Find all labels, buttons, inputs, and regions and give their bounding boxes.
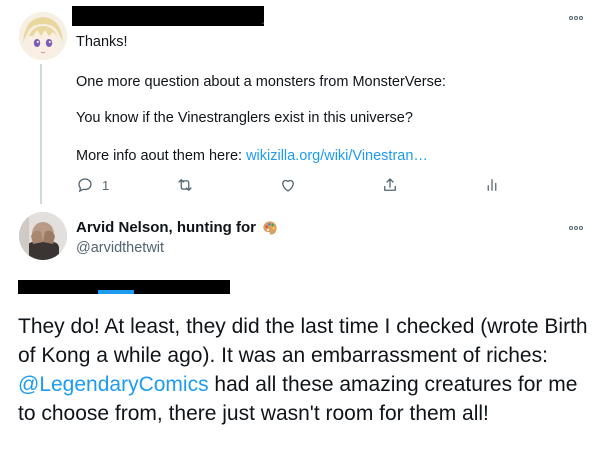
reply-count: 1 <box>102 177 110 193</box>
analytics-icon <box>487 179 497 191</box>
like-button[interactable] <box>279 174 297 196</box>
avatar-arvid-nelson[interactable] <box>19 212 67 260</box>
reply-line-question: One more question about a monsters from … <box>76 74 446 90</box>
reply-context-link-edge <box>98 290 134 294</box>
retweet-button[interactable] <box>176 174 194 196</box>
retweet-icon <box>178 179 192 191</box>
share-icon <box>384 178 396 191</box>
reply-icon <box>78 178 92 193</box>
more-icon[interactable] <box>566 11 586 25</box>
redacted-author <box>72 6 264 26</box>
reply-line-more-info: More info aout them here: wikizilla.org/… <box>76 148 428 164</box>
reply-button[interactable]: 1 <box>76 174 109 196</box>
tweet-text: They do! At least, they did the last tim… <box>18 312 593 428</box>
more-info-label: More info aout them here: <box>76 148 247 164</box>
author-handle[interactable]: @arvidthetwit <box>76 240 164 256</box>
tweet-text-before: They do! At least, they did the last tim… <box>18 315 588 367</box>
author-name[interactable]: Arvid Nelson, hunting for <box>76 219 256 236</box>
author-suffix: . <box>261 11 265 27</box>
avatar-replier[interactable] <box>19 12 67 60</box>
wiki-link[interactable]: wikizilla.org/wiki/Vinestran… <box>246 148 428 164</box>
like-icon <box>282 179 294 192</box>
palette-icon <box>263 220 277 235</box>
analytics-button[interactable] <box>483 174 501 196</box>
action-bar: 1 <box>76 174 516 196</box>
mention-legendarycomics[interactable]: @LegendaryComics <box>18 373 209 396</box>
thread-line <box>40 64 42 204</box>
author-row: Arvid Nelson, hunting for <box>76 219 278 236</box>
share-button[interactable] <box>381 174 399 196</box>
reply-line-thanks: Thanks! <box>76 34 128 50</box>
more-icon[interactable] <box>566 221 586 235</box>
reply-line-vinestranglers: You know if the Vinestranglers exist in … <box>76 110 413 126</box>
